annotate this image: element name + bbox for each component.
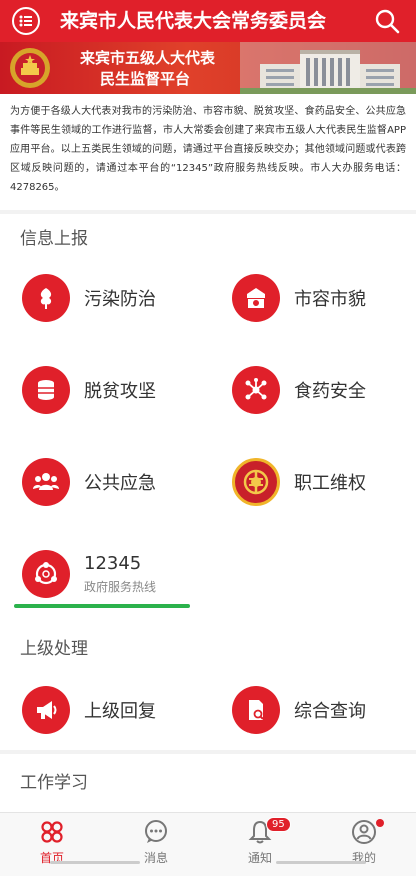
tab-messages[interactable]: 消息 bbox=[104, 813, 208, 876]
app-header: 来宾市人民代表大会常务委员会 bbox=[0, 0, 416, 42]
item-cityscape-label: 市容市貌 bbox=[294, 289, 366, 310]
search-icon[interactable] bbox=[374, 8, 400, 34]
unread-dot bbox=[376, 819, 384, 827]
item-query-label: 综合查询 bbox=[294, 701, 366, 722]
item-hotline-label: 12345 bbox=[84, 553, 142, 574]
document-search-icon bbox=[232, 686, 280, 734]
hotline-icon bbox=[22, 550, 70, 598]
banner: 来宾市五级人大代表 民生监督平台 bbox=[0, 42, 416, 94]
tab-mine[interactable]: 我的 bbox=[312, 813, 416, 876]
building-illustration bbox=[240, 42, 416, 94]
tab-messages-label: 消息 bbox=[143, 851, 168, 865]
user-icon bbox=[352, 820, 376, 844]
item-food-drug-label: 食药安全 bbox=[294, 381, 366, 402]
item-worker-rights[interactable]: 职工维权 bbox=[232, 450, 416, 514]
banner-title-line1: 来宾市五级人大代表 bbox=[80, 49, 216, 67]
section-upper: 上级处理 上级回复 综合查询 bbox=[0, 622, 416, 750]
item-upper-reply[interactable]: 上级回复 bbox=[22, 678, 212, 742]
item-pollution[interactable]: 污染防治 bbox=[22, 266, 212, 330]
item-poverty-label: 脱贫攻坚 bbox=[84, 381, 156, 402]
section-title-report: 信息上报 bbox=[20, 229, 88, 249]
message-icon bbox=[145, 820, 167, 843]
item-worker-rights-label: 职工维权 bbox=[294, 473, 366, 494]
section-report: 信息上报 污染防治 市容市貌 脱贫攻坚 食药安全 公共应急 职工维权 12345… bbox=[0, 214, 416, 622]
home-grid-icon bbox=[41, 821, 63, 843]
section-title-study: 工作学习 bbox=[20, 773, 88, 793]
molecule-icon bbox=[232, 366, 280, 414]
page-title: 来宾市人民代表大会常务委员会 bbox=[60, 10, 327, 32]
tab-notifications-label: 通知 bbox=[247, 851, 272, 865]
gesture-bar-left bbox=[50, 861, 140, 864]
item-emergency[interactable]: 公共应急 bbox=[22, 450, 212, 514]
item-upper-reply-label: 上级回复 bbox=[84, 701, 156, 722]
banner-title-line2: 民生监督平台 bbox=[100, 70, 191, 88]
item-hotline-12345[interactable]: 12345 政府服务热线 bbox=[22, 542, 212, 606]
item-pollution-label: 污染防治 bbox=[84, 289, 156, 310]
gesture-bar-right bbox=[276, 861, 366, 864]
leaf-icon bbox=[22, 274, 70, 322]
menu-icon[interactable] bbox=[12, 7, 40, 35]
notification-badge: 95 bbox=[266, 817, 291, 832]
megaphone-icon bbox=[22, 686, 70, 734]
item-emergency-label: 公共应急 bbox=[84, 473, 156, 494]
item-hotline-sublabel: 政府服务热线 bbox=[84, 580, 157, 594]
city-icon bbox=[232, 274, 280, 322]
item-cityscape[interactable]: 市容市貌 bbox=[232, 266, 416, 330]
item-comprehensive-query[interactable]: 综合查询 bbox=[232, 678, 416, 742]
section-title-upper: 上级处理 bbox=[20, 639, 88, 659]
bottom-tab-bar: 首页 消息 通知 95 我的 bbox=[0, 812, 416, 876]
notice-text: 为方便于各级人大代表对我市的污染防治、市容市貌、脱贫攻坚、食药品安全、公共应急事… bbox=[0, 94, 416, 210]
people-icon bbox=[22, 458, 70, 506]
item-food-drug[interactable]: 食药安全 bbox=[232, 358, 416, 422]
selected-indicator bbox=[14, 604, 190, 608]
national-emblem-icon bbox=[10, 48, 50, 88]
coins-icon bbox=[22, 366, 70, 414]
section-study: 工作学习 bbox=[0, 754, 416, 812]
tab-notifications[interactable]: 通知 95 bbox=[208, 813, 312, 876]
tab-home[interactable]: 首页 bbox=[0, 813, 104, 876]
item-poverty[interactable]: 脱贫攻坚 bbox=[22, 358, 212, 422]
union-emblem-icon bbox=[232, 458, 280, 506]
